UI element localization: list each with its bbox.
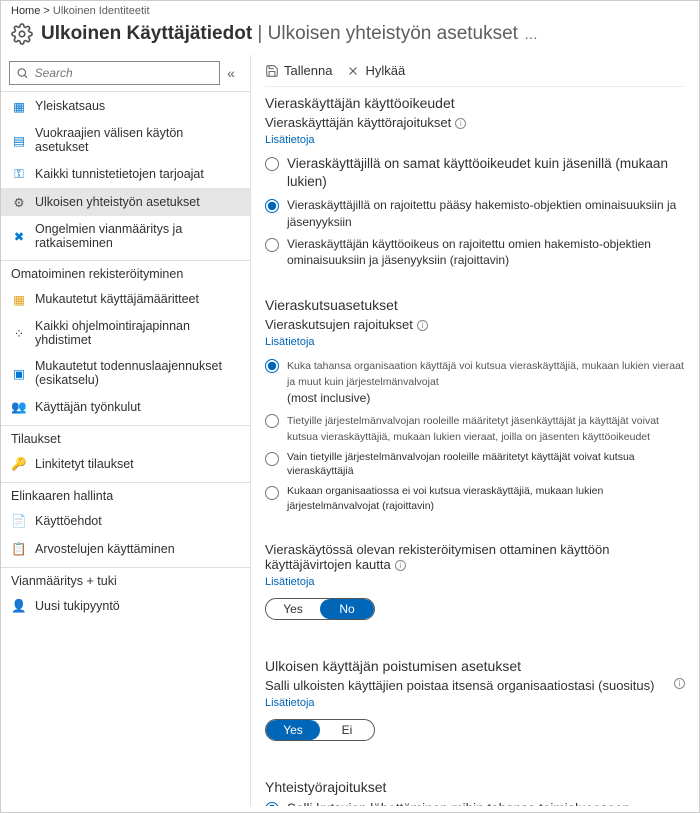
attrs-icon: ▦ — [11, 291, 27, 307]
sidebar-item-new-support[interactable]: 👤 Uusi tukipyyntö — [1, 592, 250, 620]
sidebar-item-label: Ongelmien vianmääritys ja ratkaiseminen — [35, 222, 240, 250]
sidebar-item-access-reviews[interactable]: 📋 Arvostelujen käyttäminen — [1, 535, 250, 563]
toolbar: Tallenna Hylkää — [265, 61, 685, 87]
auth-ext-icon: ▣ — [11, 365, 27, 381]
sidebar-item-diagnose[interactable]: ✖ Ongelmien vianmääritys ja ratkaisemine… — [1, 216, 250, 256]
save-icon — [265, 64, 279, 78]
diagnose-icon: ✖ — [11, 228, 27, 244]
page-title: Ulkoinen Käyttäjätiedot | Ulkoisen yhtei… — [41, 23, 518, 45]
sidebar-item-label: Mukautetut käyttäjämääritteet — [35, 292, 199, 306]
info-icon[interactable]: i — [674, 678, 685, 689]
sidebar-item-label: Ulkoisen yhteistyön asetukset — [35, 195, 200, 209]
sidebar-item-user-flows[interactable]: 👥 Käyttäjän työnkulut — [1, 393, 250, 421]
user-flows-icon: 👥 — [11, 399, 27, 415]
sidebar-item-linked-subs[interactable]: 🔑 Linkitetyt tilaukset — [1, 450, 250, 478]
guest-invite-opt3[interactable]: Vain tietyille järjestelmänvalvojan rool… — [265, 447, 685, 481]
connectors-icon: ⁘ — [11, 325, 27, 341]
sidebar-item-label: Linkitetyt tilaukset — [35, 457, 134, 471]
sidebar-section-subscriptions: Tilaukset — [1, 425, 250, 450]
toggle-yes[interactable]: Yes — [266, 720, 320, 740]
selfservice-toggle[interactable]: Yes No — [265, 598, 375, 620]
guest-access-learn-link[interactable]: Lisätietoja — [265, 134, 315, 146]
sidebar-item-api-connectors[interactable]: ⁘ Kaikki ohjelmointirajapinnan yhdistime… — [1, 313, 250, 353]
breadcrumb: Home > Ulkoinen Identiteetit — [1, 1, 699, 19]
save-button[interactable]: Tallenna — [265, 63, 332, 78]
overview-icon: ▦ — [11, 98, 27, 114]
info-icon[interactable]: i — [417, 320, 428, 331]
leave-learn-link[interactable]: Lisätietoja — [265, 697, 315, 709]
guest-access-opt3[interactable]: Vieraskäyttäjän käyttöoikeus on rajoitet… — [265, 233, 685, 271]
leave-heading: Ulkoisen käyttäjän poistumisen asetukset — [265, 658, 685, 674]
gear-icon — [11, 23, 33, 45]
guest-invite-sub: Vieraskutsujen rajoitukseti — [265, 317, 685, 332]
guest-invite-learn-link[interactable]: Lisätietoja — [265, 336, 315, 348]
gear-small-icon: ⚙ — [11, 194, 27, 210]
toggle-no[interactable]: No — [320, 599, 374, 619]
guest-access-opt1[interactable]: Vieraskäyttäjillä on samat käyttöoikeude… — [265, 152, 685, 194]
toggle-no[interactable]: Ei — [320, 720, 374, 740]
search-input[interactable] — [9, 61, 220, 85]
info-icon[interactable]: i — [455, 118, 466, 129]
terms-icon: 📄 — [11, 513, 27, 529]
leave-sub: Salli ulkoisten käyttäjien poistaa itsen… — [265, 678, 685, 693]
content-panel: Tallenna Hylkää Vieraskäyttäjän käyttöoi… — [251, 55, 699, 806]
sidebar-item-label: Vuokraajien välisen käytön asetukset — [35, 126, 240, 154]
sidebar: « ▦ Yleiskatsaus ▤ Vuokraajien välisen k… — [1, 55, 251, 806]
guest-invite-opt1[interactable]: Kuka tahansa organisaation käyttäjä voi … — [265, 354, 685, 409]
sidebar-item-auth-ext[interactable]: ▣ Mukautetut todennuslaajennukset (esika… — [1, 353, 250, 393]
leave-toggle[interactable]: Yes Ei — [265, 719, 375, 741]
page-header: Ulkoinen Käyttäjätiedot | Ulkoisen yhtei… — [1, 19, 699, 55]
discard-icon — [346, 64, 360, 78]
collab-heading: Yhteistyörajoitukset — [265, 779, 685, 795]
sidebar-item-label: Kaikki ohjelmointirajapinnan yhdistimet — [35, 319, 240, 347]
reviews-icon: 📋 — [11, 541, 27, 557]
breadcrumb-home[interactable]: Home > — [11, 5, 50, 17]
selfservice-heading: Vieraskäytössä olevan rekisteröitymisen … — [265, 542, 685, 572]
sidebar-item-label: Käyttäjän työnkulut — [35, 400, 141, 414]
sidebar-item-label: Kaikki tunnistetietojen tarjoajat — [35, 167, 204, 181]
sidebar-section-support: Vianmääritys + tuki — [1, 567, 250, 592]
collapse-sidebar-button[interactable]: « — [220, 65, 242, 81]
guest-access-heading: Vieraskäyttäjän käyttöoikeudet — [265, 95, 685, 111]
sidebar-item-label: Uusi tukipyyntö — [35, 599, 120, 613]
breadcrumb-current: Ulkoinen Identiteetit — [53, 5, 150, 17]
sidebar-item-cross-tenant[interactable]: ▤ Vuokraajien välisen käytön asetukset — [1, 120, 250, 160]
guest-invite-heading: Vieraskutsuasetukset — [265, 297, 685, 313]
collab-opt1[interactable]: Salli kutsujen lähettäminen mihin tahans… — [265, 797, 685, 806]
guest-access-sub: Vieraskäyttäjän käyttörajoitukseti — [265, 115, 685, 130]
sidebar-item-overview[interactable]: ▦ Yleiskatsaus — [1, 92, 250, 120]
info-icon[interactable]: i — [395, 560, 406, 571]
guest-invite-opt2[interactable]: Tietyille järjestelmänvalvojan rooleille… — [265, 409, 685, 447]
sidebar-item-idp[interactable]: ⚿ Kaikki tunnistetietojen tarjoajat — [1, 160, 250, 188]
guest-invite-opt4[interactable]: Kukaan organisaatiossa ei voi kutsua vie… — [265, 481, 685, 515]
selfservice-learn-link[interactable]: Lisätietoja — [265, 576, 315, 588]
more-icon[interactable]: … — [524, 26, 539, 42]
sidebar-item-label: Mukautetut todennuslaajennukset (esikats… — [35, 359, 240, 387]
toggle-yes[interactable]: Yes — [266, 599, 320, 619]
discard-button[interactable]: Hylkää — [346, 63, 405, 78]
search-icon — [16, 66, 29, 80]
cross-tenant-icon: ▤ — [11, 132, 27, 148]
key-yellow-icon: 🔑 — [11, 456, 27, 472]
sidebar-item-terms[interactable]: 📄 Käyttöehdot — [1, 507, 250, 535]
sidebar-section-selfservice: Omatoiminen rekisteröityminen — [1, 260, 250, 285]
sidebar-item-custom-attrs[interactable]: ▦ Mukautetut käyttäjämääritteet — [1, 285, 250, 313]
sidebar-item-label: Käyttöehdot — [35, 514, 102, 528]
support-icon: 👤 — [11, 598, 27, 614]
sidebar-item-label: Arvostelujen käyttäminen — [35, 542, 175, 556]
key-icon: ⚿ — [11, 166, 27, 182]
sidebar-section-lifecycle: Elinkaaren hallinta — [1, 482, 250, 507]
guest-access-opt2[interactable]: Vieraskäyttäjillä on rajoitettu pääsy ha… — [265, 194, 685, 232]
sidebar-item-external-collab[interactable]: ⚙ Ulkoisen yhteistyön asetukset — [1, 188, 250, 216]
sidebar-item-label: Yleiskatsaus — [35, 99, 105, 113]
